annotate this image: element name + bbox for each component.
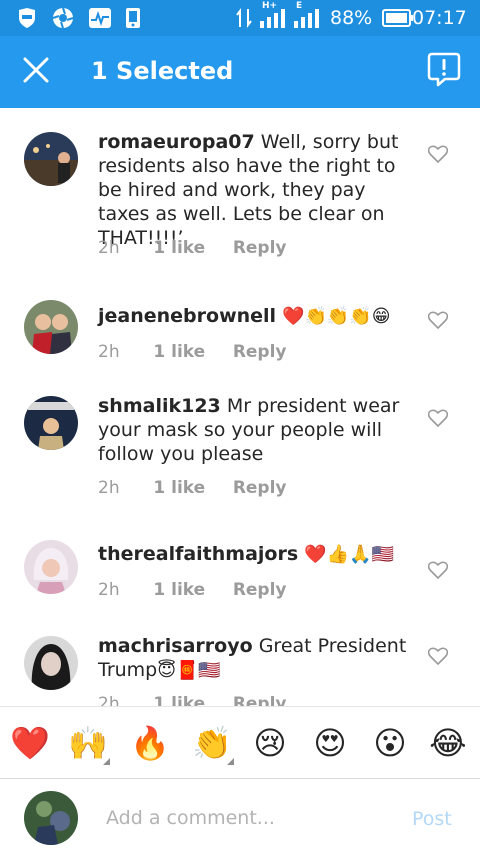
comment-text-block: machrisarroyo Great President Trump😇🧧🇺🇸 bbox=[98, 634, 413, 683]
avatar[interactable] bbox=[24, 636, 78, 690]
skin-tone-indicator bbox=[227, 758, 234, 765]
comment-item[interactable]: romaeuropa07 Well, sorry but residents a… bbox=[0, 130, 480, 270]
clapping-hands-icon: 👏 bbox=[192, 724, 232, 762]
pulse-icon bbox=[88, 7, 112, 33]
comment-time: 2h bbox=[98, 342, 120, 362]
comment-meta: 2h 1 like Reply bbox=[98, 342, 287, 362]
comment-likes[interactable]: 1 like bbox=[153, 478, 227, 498]
comment-emojis: ❤️👍🙏🇺🇸 bbox=[304, 544, 394, 565]
data-transfer-icon bbox=[236, 7, 252, 33]
comment-emojis: ❤️👏👏👏😁 bbox=[282, 306, 391, 327]
current-user-avatar bbox=[24, 791, 78, 845]
comment-meta: 2h 1 like Reply bbox=[98, 238, 287, 258]
like-button[interactable] bbox=[426, 144, 450, 168]
comment-item[interactable]: shmalik123 Mr president wear your mask s… bbox=[0, 394, 480, 504]
avatar[interactable] bbox=[24, 540, 78, 594]
like-button[interactable] bbox=[426, 408, 450, 432]
heart-outline-icon bbox=[427, 145, 449, 167]
comment-item[interactable]: machrisarroyo Great President Trump😇🧧🇺🇸 … bbox=[0, 632, 480, 706]
like-button[interactable] bbox=[426, 560, 450, 584]
raised-hands-icon: 🙌 bbox=[68, 724, 108, 762]
heart-outline-icon bbox=[427, 647, 449, 669]
comment-time: 2h bbox=[98, 694, 120, 706]
like-button[interactable] bbox=[426, 646, 450, 670]
comment-meta: 2h 1 like Reply bbox=[98, 478, 287, 498]
aperture-icon bbox=[52, 7, 74, 33]
avatar[interactable] bbox=[24, 300, 78, 354]
comment-text-block: therealfaithmajors ❤️👍🙏🇺🇸 bbox=[98, 542, 413, 567]
comment-likes[interactable]: 1 like bbox=[153, 342, 227, 362]
network-type-label-2: E bbox=[296, 1, 303, 11]
heart-outline-icon bbox=[427, 311, 449, 333]
heart-outline-icon bbox=[427, 561, 449, 583]
reply-button[interactable]: Reply bbox=[233, 694, 287, 706]
comment-time: 2h bbox=[98, 238, 120, 258]
comment-username[interactable]: jeanenebrownell bbox=[98, 305, 276, 327]
comment-list: romaeuropa07 Well, sorry but residents a… bbox=[0, 108, 480, 706]
comment-time: 2h bbox=[98, 478, 120, 498]
network-type-label: H+ bbox=[262, 1, 278, 11]
skin-tone-indicator bbox=[103, 758, 110, 765]
close-icon bbox=[22, 56, 50, 88]
comment-item[interactable]: jeanenebrownell ❤️👏👏👏😁 2h 1 like Reply bbox=[0, 298, 480, 368]
comment-meta: 2h 1 like Reply bbox=[98, 694, 287, 706]
reaction-laughing-button[interactable]: 😂 bbox=[426, 721, 470, 765]
reaction-raised-hands-button[interactable]: 🙌 bbox=[66, 721, 110, 765]
comment-text-block: shmalik123 Mr president wear your mask s… bbox=[98, 394, 413, 466]
comment-likes[interactable]: 1 like bbox=[153, 694, 227, 706]
comment-username[interactable]: machrisarroyo bbox=[98, 635, 253, 657]
close-button[interactable] bbox=[16, 52, 56, 92]
reaction-surprised-button[interactable]: 😮 bbox=[368, 721, 412, 765]
report-icon bbox=[427, 52, 461, 92]
comment-composer: Post bbox=[0, 778, 480, 854]
comment-likes[interactable]: 1 like bbox=[153, 238, 227, 258]
report-button[interactable] bbox=[422, 50, 466, 94]
phone-icon bbox=[124, 7, 142, 33]
reaction-heart-button[interactable]: ❤️ bbox=[8, 721, 52, 765]
reaction-clap-button[interactable]: 👏 bbox=[190, 721, 234, 765]
comment-likes[interactable]: 1 like bbox=[153, 580, 227, 600]
action-bar: 1 Selected bbox=[0, 36, 480, 108]
reply-button[interactable]: Reply bbox=[233, 342, 287, 362]
clock: 07:17 bbox=[412, 7, 467, 29]
comment-text-block: romaeuropa07 Well, sorry but residents a… bbox=[98, 130, 413, 250]
battery-icon bbox=[382, 9, 414, 31]
reaction-crying-button[interactable]: 😢 bbox=[248, 721, 292, 765]
comment-username[interactable]: therealfaithmajors bbox=[98, 543, 298, 565]
reply-button[interactable]: Reply bbox=[233, 238, 287, 258]
post-button[interactable]: Post bbox=[412, 807, 452, 831]
selection-count-title: 1 Selected bbox=[91, 57, 234, 85]
like-button[interactable] bbox=[426, 310, 450, 334]
comment-text-block: jeanenebrownell ❤️👏👏👏😁 bbox=[98, 304, 413, 329]
reaction-heart-eyes-button[interactable]: 😍 bbox=[308, 721, 352, 765]
comment-username[interactable]: shmalik123 bbox=[98, 395, 221, 417]
reply-button[interactable]: Reply bbox=[233, 478, 287, 498]
heart-outline-icon bbox=[427, 409, 449, 431]
comment-time: 2h bbox=[98, 580, 120, 600]
shield-icon bbox=[16, 7, 38, 33]
avatar[interactable] bbox=[24, 132, 78, 186]
reaction-fire-button[interactable]: 🔥 bbox=[128, 721, 172, 765]
comment-item[interactable]: therealfaithmajors ❤️👍🙏🇺🇸 2h 1 like Repl… bbox=[0, 536, 480, 606]
comment-username[interactable]: romaeuropa07 bbox=[98, 131, 255, 153]
status-bar: H+ E 88% 07:17 bbox=[0, 0, 480, 36]
battery-percent: 88% bbox=[330, 7, 373, 29]
comment-emojis: 😇🧧🇺🇸 bbox=[157, 660, 221, 681]
reply-button[interactable]: Reply bbox=[233, 580, 287, 600]
comment-input[interactable] bbox=[106, 803, 396, 833]
quick-reaction-bar: ❤️ 🙌 🔥 👏 😢 😍 😮 😂 bbox=[0, 706, 480, 778]
comment-meta: 2h 1 like Reply bbox=[98, 580, 287, 600]
avatar[interactable] bbox=[24, 396, 78, 450]
